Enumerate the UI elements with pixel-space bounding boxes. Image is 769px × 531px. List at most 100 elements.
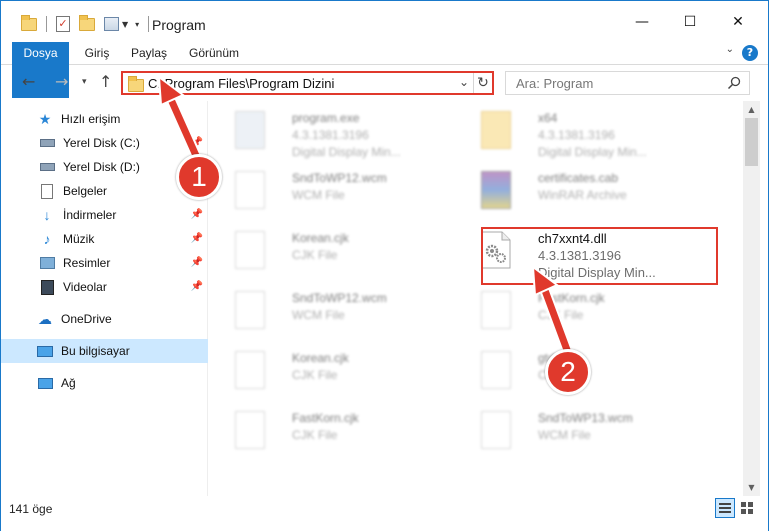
- ribbon-tabs: Dosya Giriş Paylaş Görünüm ⌄ ?: [1, 41, 768, 98]
- recent-locations-icon[interactable]: ▾: [82, 77, 87, 87]
- properties-check-icon[interactable]: ✓: [56, 16, 70, 32]
- address-dropdown-icon[interactable]: ⌄: [459, 75, 469, 89]
- highlight-frame: [481, 227, 718, 285]
- file-item[interactable]: FastKorn.cjk CJK File: [229, 401, 459, 457]
- document-icon: [481, 411, 511, 449]
- sidebar-item-label: Videolar: [63, 280, 107, 294]
- properties-icon[interactable]: [104, 17, 119, 31]
- quick-access-toolbar: ✓ ▼ ▾: [21, 14, 155, 34]
- document-icon: [235, 231, 265, 269]
- scroll-up-icon[interactable]: ▲: [743, 101, 760, 118]
- customize-toolbar-icon[interactable]: ▾: [135, 20, 139, 29]
- search-icon[interactable]: [727, 76, 741, 90]
- file-type: WCM File: [292, 308, 345, 322]
- explorer-window: ✓ ▼ ▾ Program — ☐ ✕ Dosya Giriş Paylaş G…: [0, 0, 769, 531]
- file-item[interactable]: Korean.cjk CJK File: [229, 221, 459, 277]
- sidebar-item-label: Hızlı erişim: [61, 112, 121, 126]
- pin-icon[interactable]: 📌: [191, 281, 203, 292]
- file-item[interactable]: program.exe 4.3.1381.3196 Digital Displa…: [229, 101, 459, 159]
- file-version: 4.3.1381.3196: [292, 128, 369, 142]
- file-item[interactable]: Korean.cjk CJK File: [229, 341, 459, 397]
- sidebar-item-label: Müzik: [63, 232, 95, 246]
- file-name: SndToWP12.wcm: [292, 291, 387, 305]
- sidebar-item-this-pc[interactable]: Bu bilgisayar: [1, 339, 208, 363]
- scrollbar-thumb[interactable]: [745, 118, 758, 166]
- sidebar-item-pictures[interactable]: Resimler 📌: [1, 251, 208, 275]
- document-icon: [481, 351, 511, 389]
- drive-icon: [39, 135, 55, 151]
- file-type: CJK File: [292, 248, 338, 262]
- new-folder-icon[interactable]: [79, 14, 95, 31]
- status-bar: 141 öge: [1, 497, 768, 531]
- network-icon: [37, 375, 53, 391]
- pin-icon[interactable]: 📌: [191, 233, 203, 244]
- file-name: FastKorn.cjk: [292, 411, 359, 425]
- tab-giris[interactable]: Giriş: [77, 42, 117, 65]
- sidebar-item-label: Resimler: [63, 256, 111, 270]
- pin-icon[interactable]: 📌: [191, 257, 203, 268]
- file-item[interactable]: SndToWP12.wcm WCM File: [229, 161, 459, 217]
- scroll-down-icon[interactable]: ▼: [743, 479, 760, 496]
- file-name: SndToWP12.wcm: [292, 171, 387, 185]
- file-item[interactable]: certificates.cab WinRAR Archive: [475, 161, 705, 217]
- folder-icon: [481, 111, 511, 149]
- separator: [148, 16, 150, 32]
- tab-gorunum[interactable]: Görünüm: [184, 42, 244, 65]
- separator: [46, 16, 47, 32]
- minimize-button[interactable]: —: [619, 7, 665, 37]
- chevron-down-icon[interactable]: ▼: [122, 20, 128, 29]
- sidebar-item-videos[interactable]: Videolar 📌: [1, 275, 208, 299]
- documents-icon: [39, 183, 55, 199]
- file-type: WCM File: [538, 428, 591, 442]
- vertical-scrollbar[interactable]: ▲ ▼: [743, 101, 760, 496]
- file-name: SndToWP13.wcm: [538, 411, 633, 425]
- item-count: 141 öge: [9, 502, 53, 516]
- sidebar-item-network[interactable]: Ağ: [1, 371, 208, 395]
- forward-arrow-icon[interactable]: →: [55, 72, 68, 91]
- file-name: Korean.cjk: [292, 351, 349, 365]
- sidebar-item-music[interactable]: ♪ Müzik 📌: [1, 227, 208, 251]
- refresh-icon[interactable]: ↻: [473, 73, 492, 93]
- videos-icon: [39, 279, 55, 295]
- search-input[interactable]: Ara: Program: [516, 76, 593, 91]
- star-icon: ★: [38, 110, 52, 127]
- folder-icon: [21, 14, 37, 31]
- title-bar: ✓ ▼ ▾ Program — ☐ ✕: [1, 1, 768, 41]
- file-list: program.exe 4.3.1381.3196 Digital Displa…: [209, 101, 743, 496]
- search-box[interactable]: Ara: Program: [505, 71, 750, 95]
- maximize-button[interactable]: ☐: [667, 7, 713, 37]
- sidebar-item-downloads[interactable]: ↓ İndirmeler 📌: [1, 203, 208, 227]
- file-name: program.exe: [292, 111, 360, 125]
- close-button[interactable]: ✕: [715, 7, 761, 37]
- file-name: certificates.cab: [538, 171, 619, 185]
- document-icon: [235, 291, 265, 329]
- sidebar-item-label: Bu bilgisayar: [61, 344, 130, 358]
- file-item[interactable]: SndToWP13.wcm WCM File: [475, 401, 705, 457]
- up-arrow-icon[interactable]: ↑: [99, 72, 112, 91]
- sidebar-item-label: İndirmeler: [63, 208, 117, 222]
- folder-icon: [128, 76, 144, 92]
- sidebar-item-label: Yerel Disk (D:): [63, 160, 140, 174]
- file-type: WCM File: [292, 188, 345, 202]
- help-icon[interactable]: ?: [742, 45, 758, 61]
- tab-paylas[interactable]: Paylaş: [125, 42, 173, 65]
- folder-item[interactable]: x64 4.3.1381.3196 Digital Display Min...: [475, 101, 705, 159]
- sidebar-item-onedrive[interactable]: ☁ OneDrive: [1, 307, 208, 331]
- file-type: CJK File: [292, 428, 338, 442]
- sidebar-item-label: Yerel Disk (C:): [63, 136, 140, 150]
- navigation-bar: ← → ▾ ↑ C:\Program Files\Program Dizini …: [1, 66, 768, 100]
- drive-icon: [39, 159, 55, 175]
- document-icon: [481, 291, 511, 329]
- callout-badge-2: 2: [545, 349, 591, 395]
- pin-icon[interactable]: 📌: [191, 209, 203, 220]
- archive-icon: [481, 171, 511, 209]
- expand-ribbon-icon[interactable]: ⌄: [726, 44, 734, 55]
- large-icons-view-icon[interactable]: [739, 500, 755, 516]
- details-view-icon[interactable]: [715, 498, 735, 518]
- file-item[interactable]: SndToWP12.wcm WCM File: [229, 281, 459, 337]
- pictures-icon: [39, 255, 55, 271]
- back-arrow-icon[interactable]: ←: [22, 72, 35, 91]
- file-description: Digital Display Min...: [538, 145, 647, 159]
- file-version: 4.3.1381.3196: [538, 128, 615, 142]
- document-icon: [235, 411, 265, 449]
